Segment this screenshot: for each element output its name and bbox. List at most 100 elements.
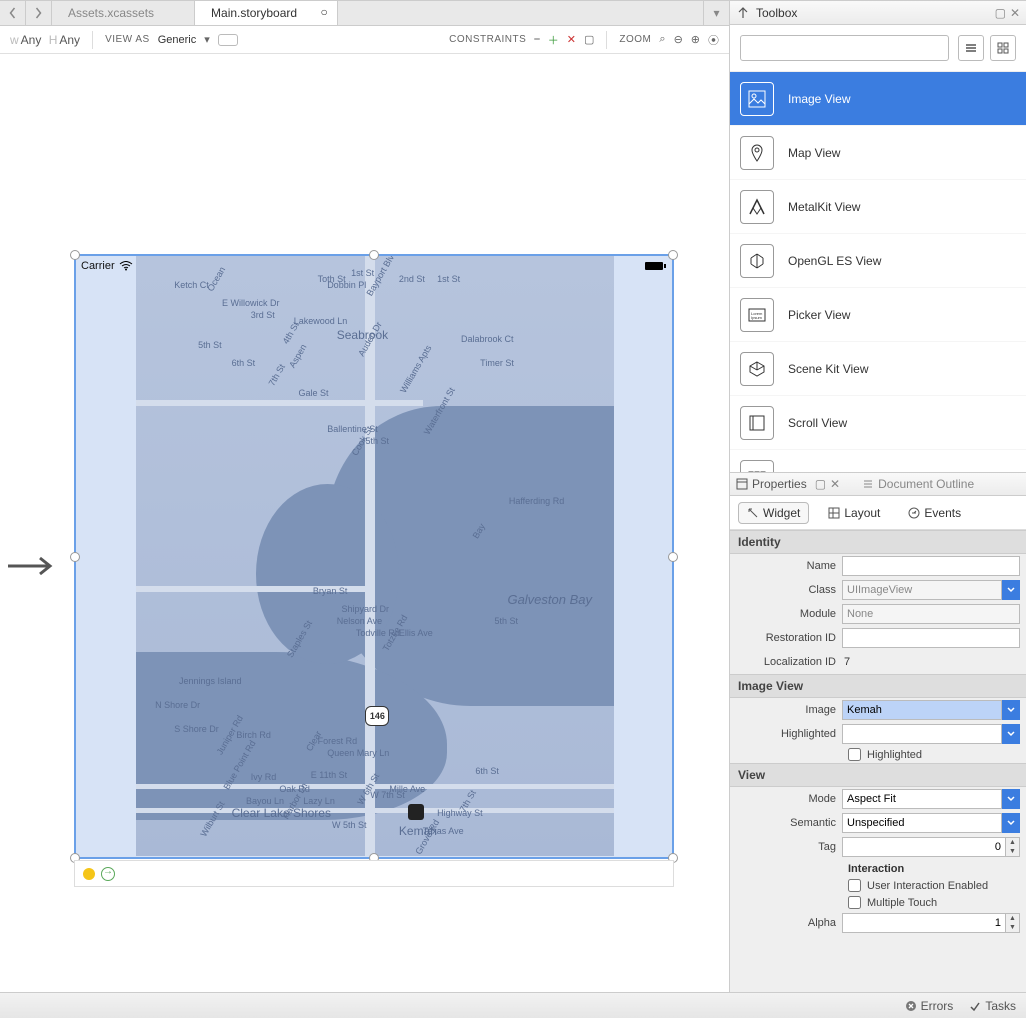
tab-overflow-button[interactable]: ▾ — [703, 1, 729, 25]
street-label: Ocean — [205, 265, 227, 293]
chevron-down-icon[interactable] — [1002, 580, 1020, 600]
widget-tab[interactable]: Widget — [738, 502, 809, 524]
layout-tab[interactable]: Layout — [819, 502, 889, 524]
resize-handle[interactable] — [70, 250, 80, 260]
device-toggle[interactable] — [218, 34, 238, 46]
nav-back-button[interactable] — [0, 1, 26, 25]
toolbox-item-scroll[interactable]: Scroll View — [730, 396, 1026, 450]
zoom-in-icon[interactable]: ⊕ — [691, 33, 700, 46]
scene-footer — [74, 860, 674, 887]
view-grid-icon[interactable] — [990, 35, 1016, 61]
close-icon[interactable]: ○ — [319, 7, 329, 17]
restoration-id-field[interactable] — [842, 628, 1020, 648]
module-field[interactable] — [842, 604, 1020, 624]
street-label: Gale St — [299, 388, 329, 398]
undock-icon[interactable]: ▢ — [995, 6, 1006, 20]
user-interaction-checkbox[interactable] — [848, 879, 861, 892]
street-label: 6th St — [232, 358, 256, 368]
image-icon — [740, 82, 774, 116]
chevron-down-icon[interactable]: ▾ — [204, 33, 210, 46]
multiple-touch-checkbox[interactable] — [848, 896, 861, 909]
metal-icon — [740, 190, 774, 224]
zoom-fit-icon[interactable]: ⌕ — [659, 33, 665, 46]
tasks-button[interactable]: Tasks — [969, 999, 1016, 1013]
toolbox-item-picker[interactable]: LoremIpsumPicker View — [730, 288, 1026, 342]
undock-icon[interactable]: ▢ — [815, 477, 826, 491]
entry-point-icon[interactable] — [101, 867, 115, 881]
document-outline-tab[interactable]: Document Outline — [862, 477, 974, 491]
street-label: 1st St — [437, 274, 460, 284]
remove-constraint-icon[interactable]: ✕ — [567, 33, 576, 46]
view-as-value[interactable]: Generic — [158, 34, 197, 46]
tab-storyboard[interactable]: Main.storyboard ○ — [195, 1, 338, 25]
street-label: E Willowick Dr — [222, 298, 280, 308]
class-field[interactable] — [842, 580, 1002, 600]
stackh-icon — [740, 460, 774, 473]
stepper-down[interactable]: ▼ — [1006, 847, 1019, 856]
design-canvas[interactable]: Carrier Galveston Bay Seabrook — [0, 54, 729, 992]
street-label: 3rd St — [251, 310, 275, 320]
poi-marker-icon — [408, 804, 424, 820]
nav-forward-button[interactable] — [26, 1, 52, 25]
image-field[interactable] — [842, 700, 1002, 720]
entry-arrow-icon[interactable] — [6, 554, 60, 578]
section-view: View — [730, 763, 1026, 787]
resize-handle[interactable] — [668, 250, 678, 260]
toolbox-item-gl[interactable]: OpenGL ES View — [730, 234, 1026, 288]
toolbox-item-scene[interactable]: Scene Kit View — [730, 342, 1026, 396]
view-list-icon[interactable] — [958, 35, 984, 61]
toolbox-search-input[interactable] — [740, 35, 949, 61]
tag-field[interactable] — [842, 837, 1006, 857]
status-bar: Errors Tasks — [0, 992, 1026, 1018]
street-label: 2nd St — [399, 274, 425, 284]
imageview-selection[interactable]: Carrier Galveston Bay Seabrook — [74, 254, 674, 859]
events-tab[interactable]: Events — [899, 502, 970, 524]
semantic-field[interactable] — [842, 813, 1002, 833]
highlighted-checkbox[interactable] — [848, 748, 861, 761]
chevron-down-icon[interactable] — [1002, 700, 1020, 720]
toolbox-item-pin[interactable]: Map View — [730, 126, 1026, 180]
chevron-down-icon[interactable] — [1002, 813, 1020, 833]
warning-icon[interactable] — [83, 868, 95, 880]
errors-button[interactable]: Errors — [905, 999, 954, 1013]
toolbox-title: Toolbox — [756, 6, 797, 20]
street-label: S Shore Dr — [174, 724, 219, 734]
size-class[interactable]: wAny HAny — [10, 33, 80, 47]
chevron-down-icon[interactable] — [1002, 789, 1020, 809]
zoom-label: ZOOM — [619, 34, 651, 45]
add-constraint-icon[interactable]: ＋ — [548, 32, 559, 48]
stepper-down[interactable]: ▼ — [1006, 923, 1019, 932]
resize-handle[interactable] — [70, 552, 80, 562]
resize-handle[interactable] — [369, 250, 379, 260]
chevron-down-icon[interactable] — [1002, 724, 1020, 744]
resize-handle[interactable] — [668, 552, 678, 562]
close-icon[interactable]: ✕ — [830, 477, 840, 491]
highlighted-image-field[interactable] — [842, 724, 1002, 744]
tab-assets[interactable]: Assets.xcassets — [52, 1, 195, 25]
street-label: Queen Mary Ln — [327, 748, 389, 758]
localization-id-value: 7 — [842, 656, 1020, 668]
pin-icon[interactable]: ⎯ — [534, 33, 540, 46]
street-label: Bryan St — [313, 586, 348, 596]
toolbox-icon — [736, 6, 750, 20]
section-image-view: Image View — [730, 674, 1026, 698]
street-label: 5th St — [495, 616, 519, 626]
route-shield: 146 — [365, 706, 389, 726]
mode-field[interactable] — [842, 789, 1002, 809]
toolbox-header: Toolbox ▢ ✕ — [730, 1, 1026, 25]
stepper-up[interactable]: ▲ — [1006, 914, 1019, 923]
close-icon[interactable]: ✕ — [1010, 6, 1020, 20]
embed-icon[interactable]: ▢ — [584, 33, 594, 46]
properties-panel-tab[interactable]: Properties — [736, 477, 807, 491]
toolbox-item-metal[interactable]: MetalKit View — [730, 180, 1026, 234]
toolbox-item-image[interactable]: Image View — [730, 72, 1026, 126]
toolbox-item-stackh[interactable]: Stack View Horizontal — [730, 450, 1026, 472]
wifi-icon — [119, 261, 133, 271]
alpha-field[interactable] — [842, 913, 1006, 933]
editor-toolbar: wAny HAny VIEW AS Generic ▾ CONSTRAINTS … — [0, 26, 729, 54]
zoom-out-icon[interactable]: ⊖ — [674, 33, 683, 46]
constraints-label: CONSTRAINTS — [449, 34, 526, 45]
stepper-up[interactable]: ▲ — [1006, 838, 1019, 847]
zoom-actual-icon[interactable]: ⦿ — [708, 32, 719, 48]
name-field[interactable] — [842, 556, 1020, 576]
